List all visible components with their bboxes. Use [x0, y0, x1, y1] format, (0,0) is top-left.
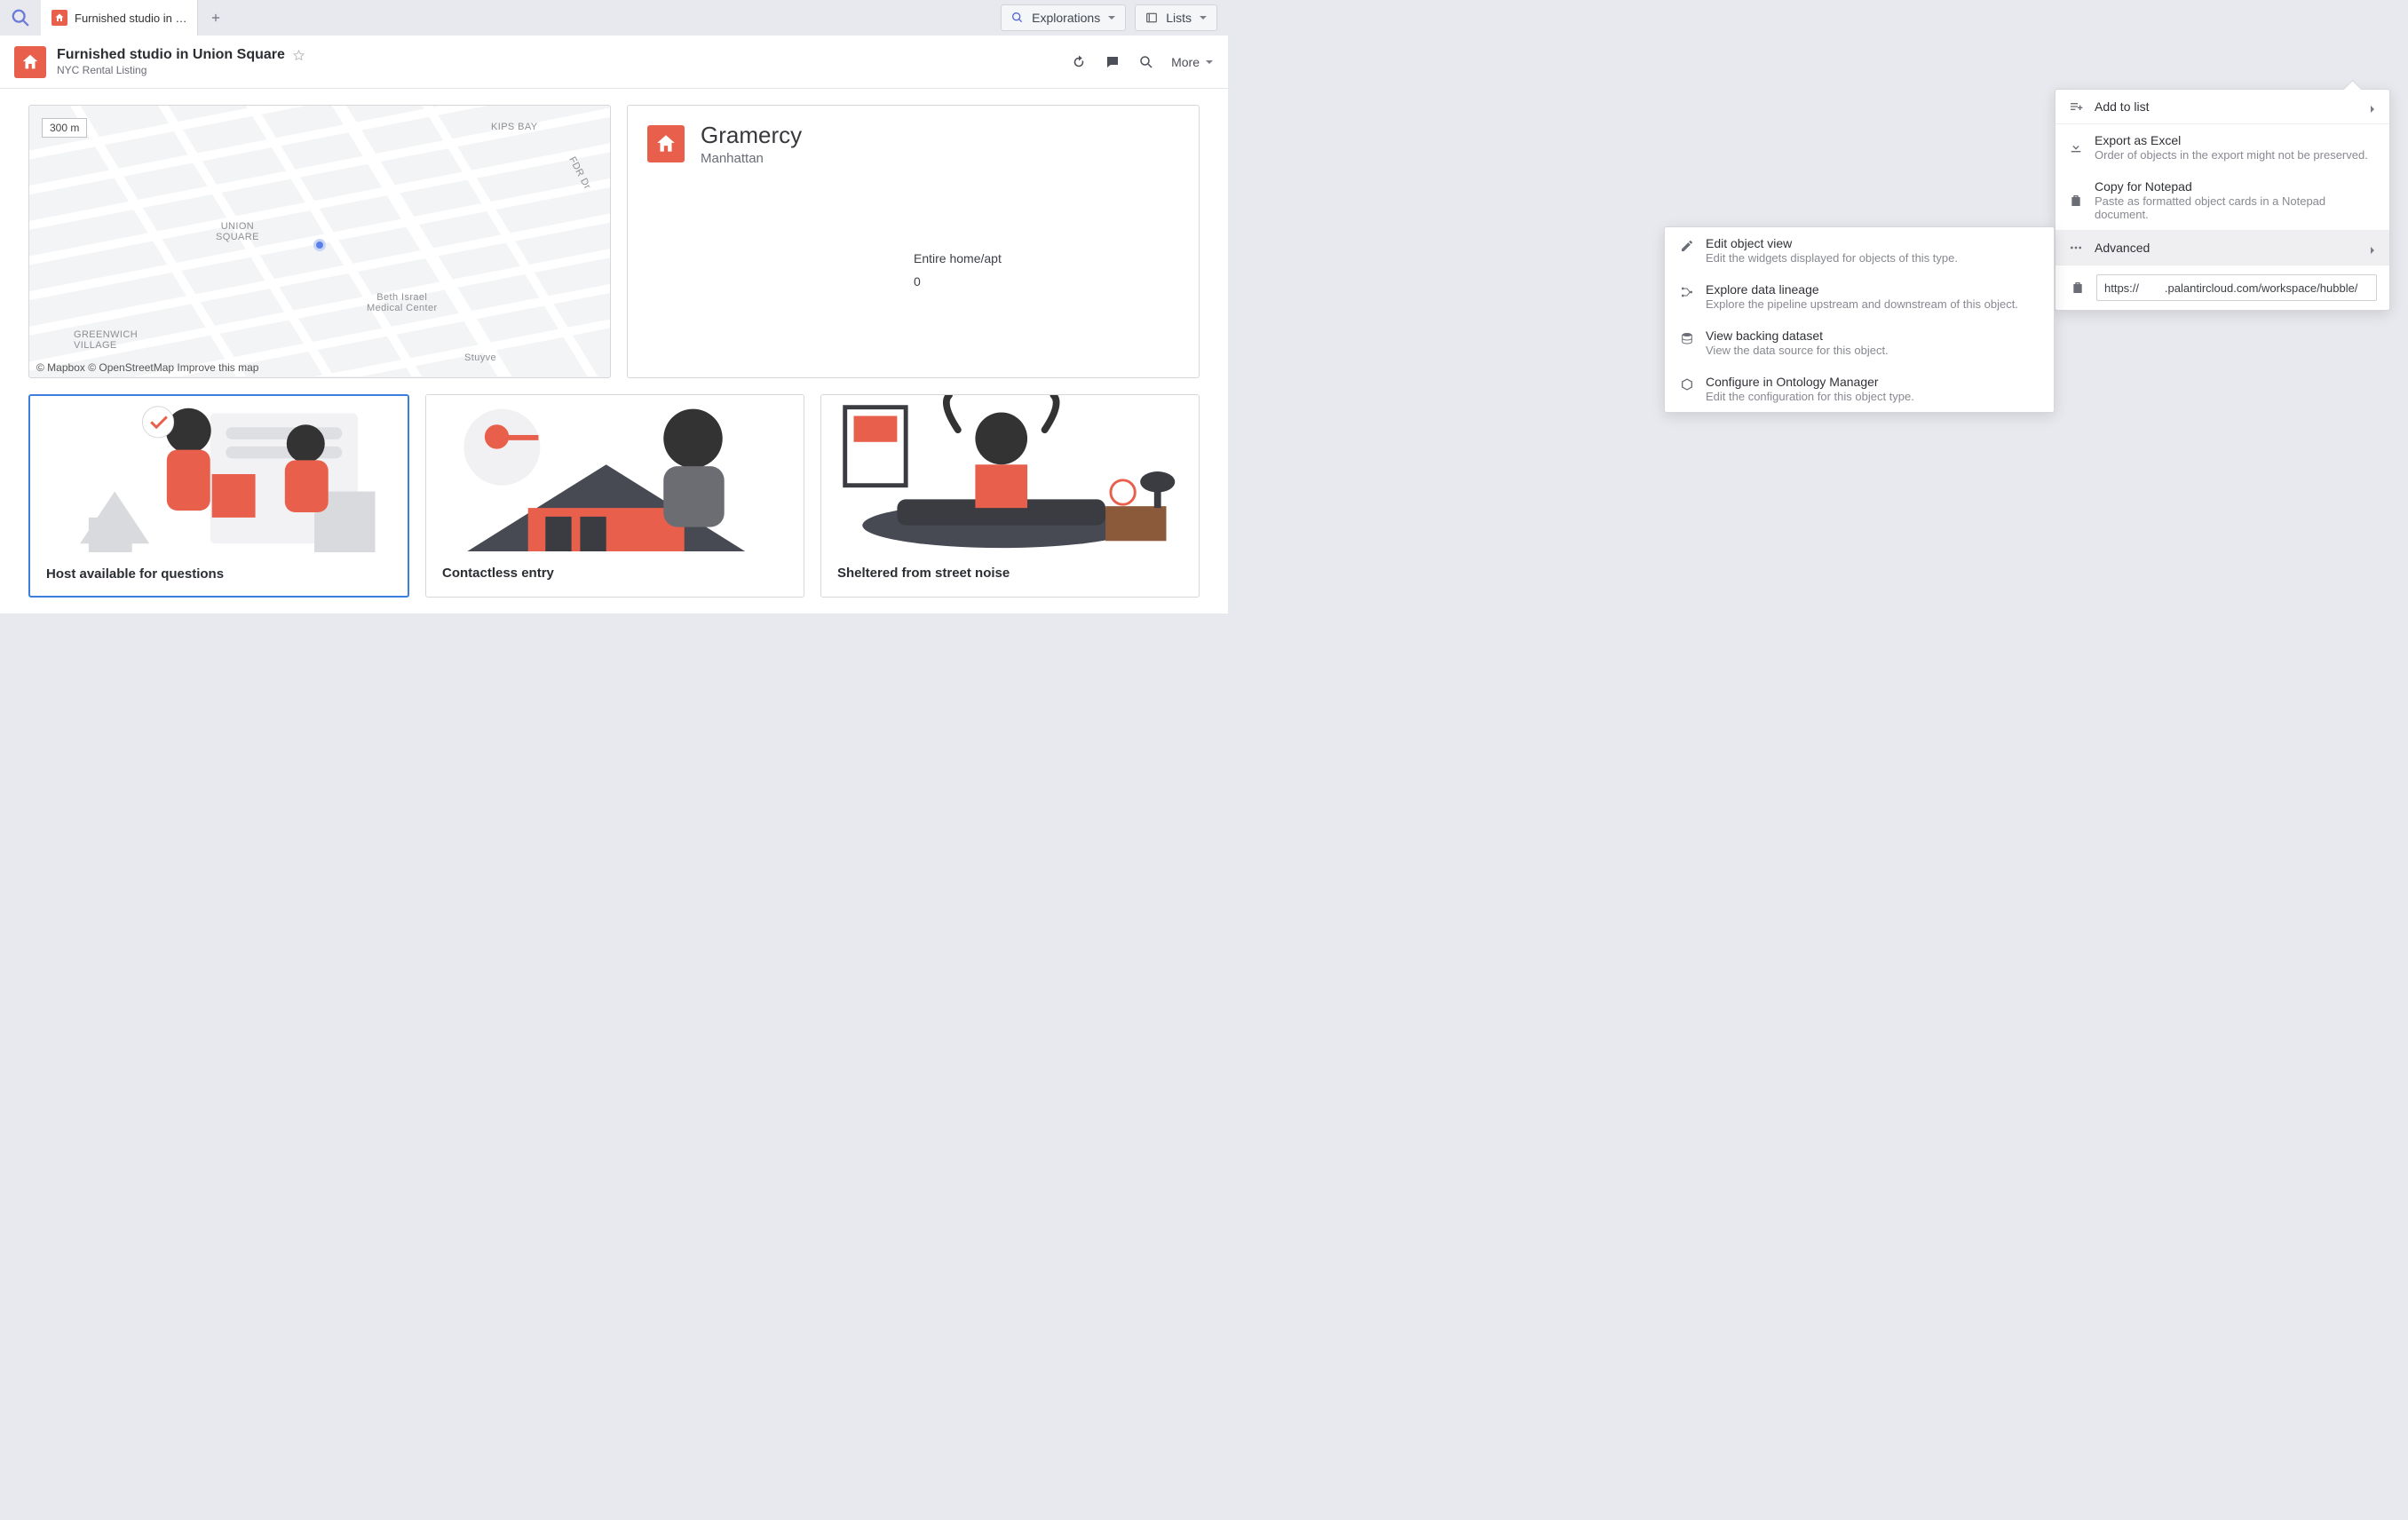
submenu-desc: Edit the widgets displayed for objects o… [1706, 251, 1958, 265]
home-icon [51, 10, 67, 26]
info-panel: Gramercy Manhattan Entire home/apt 0 [627, 105, 1200, 378]
lineage-icon [1679, 284, 1695, 300]
menu-label: Advanced [2095, 241, 2357, 255]
object-subtitle: NYC Rental Listing [57, 64, 305, 76]
card-illustration [426, 395, 804, 551]
borough-subtitle: Manhattan [701, 151, 802, 166]
card-illustration [821, 395, 1199, 551]
explorations-dropdown[interactable]: Explorations [1001, 4, 1126, 31]
menu-label: Export as Excel [2095, 133, 2377, 147]
clipboard-icon [2068, 193, 2084, 209]
map-attribution[interactable]: © Mapbox © OpenStreetMap Improve this ma… [36, 361, 258, 374]
content-area: 300 m KIPS BAY UNION SQUARE GREENWICH VI… [0, 89, 1228, 614]
menu-label: Add to list [2095, 99, 2357, 114]
submenu-item-view-dataset[interactable]: View backing dataset View the data sourc… [1665, 320, 2054, 366]
share-url-row [2056, 265, 2389, 310]
card-caption: Host available for questions [30, 552, 408, 596]
copy-url-button[interactable] [2068, 278, 2087, 297]
submenu-item-edit-object-view[interactable]: Edit object view Edit the widgets displa… [1665, 227, 2054, 273]
edit-icon [1679, 238, 1695, 254]
map-panel[interactable]: 300 m KIPS BAY UNION SQUARE GREENWICH VI… [28, 105, 611, 378]
caret-down-icon [1107, 13, 1116, 22]
menu-sublabel: Paste as formatted object cards in a Not… [2095, 194, 2377, 221]
map-scale: 300 m [42, 118, 87, 138]
home-icon [14, 46, 46, 78]
share-url-input[interactable] [2096, 274, 2377, 301]
count-value: 0 [914, 274, 1179, 297]
card-caption: Sheltered from street noise [821, 551, 1199, 595]
more-button[interactable]: More [1171, 55, 1214, 69]
neighborhood-title: Gramercy [701, 122, 802, 149]
map-label: Beth Israel Medical Center [367, 292, 438, 313]
tab-bar: Furnished studio in … Explorations Lists [0, 0, 1228, 36]
submenu-label: View backing dataset [1706, 329, 1889, 343]
search-button[interactable] [1137, 53, 1155, 71]
map-label: KIPS BAY [491, 122, 538, 132]
feature-card[interactable]: Sheltered from street noise [820, 394, 1200, 598]
caret-down-icon [1205, 58, 1214, 67]
map-label: Stuyve [464, 352, 496, 363]
card-illustration [30, 396, 408, 552]
new-tab-button[interactable] [198, 0, 234, 36]
submenu-desc: Edit the configuration for this object t… [1706, 390, 1914, 403]
chevron-right-icon [2368, 243, 2377, 252]
submenu-desc: Explore the pipeline upstream and downst… [1706, 297, 2018, 311]
menu-item-add-to-list[interactable]: Add to list [2056, 90, 2389, 123]
lists-label: Lists [1166, 11, 1192, 25]
browser-tab[interactable]: Furnished studio in … [41, 0, 198, 36]
advanced-submenu: Edit object view Edit the widgets displa… [1664, 226, 2055, 413]
map-label: GREENWICH VILLAGE [74, 329, 138, 351]
more-label: More [1171, 55, 1200, 69]
menu-item-export-excel[interactable]: Export as Excel Order of objects in the … [2056, 123, 2389, 170]
home-icon [647, 125, 685, 162]
submenu-label: Edit object view [1706, 236, 1958, 250]
menu-item-advanced[interactable]: Advanced [2056, 230, 2389, 265]
caret-down-icon [1199, 13, 1208, 22]
more-menu: Add to list Export as Excel Order of obj… [2055, 89, 2390, 311]
refresh-button[interactable] [1070, 53, 1088, 71]
tab-title: Furnished studio in … [75, 12, 186, 25]
comment-button[interactable] [1104, 53, 1121, 71]
chevron-right-icon [2368, 102, 2377, 111]
ellipsis-icon [2068, 240, 2084, 256]
download-icon [2068, 139, 2084, 155]
database-icon [1679, 330, 1695, 346]
object-header: Furnished studio in Union Square NYC Ren… [0, 36, 1228, 89]
submenu-item-configure-ontology[interactable]: Configure in Ontology Manager Edit the c… [1665, 366, 2054, 412]
object-title: Furnished studio in Union Square [57, 47, 285, 63]
feature-card[interactable]: Host available for questions [28, 394, 409, 598]
map-location-marker [313, 239, 326, 251]
room-type-value: Entire home/apt [914, 251, 1179, 274]
map-label: UNION SQUARE [216, 221, 259, 242]
cube-icon [1679, 376, 1695, 392]
submenu-label: Configure in Ontology Manager [1706, 375, 1914, 389]
list-add-icon [2068, 99, 2084, 115]
lists-dropdown[interactable]: Lists [1135, 4, 1217, 31]
submenu-desc: View the data source for this object. [1706, 344, 1889, 357]
feature-card[interactable]: Contactless entry [425, 394, 804, 598]
submenu-label: Explore data lineage [1706, 282, 2018, 297]
menu-sublabel: Order of objects in the export might not… [2095, 148, 2377, 162]
card-caption: Contactless entry [426, 551, 804, 595]
favorite-star-icon[interactable] [292, 49, 305, 62]
app-search-icon[interactable] [0, 0, 41, 36]
menu-label: Copy for Notepad [2095, 179, 2377, 194]
submenu-item-explore-lineage[interactable]: Explore data lineage Explore the pipelin… [1665, 273, 2054, 320]
explorations-label: Explorations [1032, 11, 1100, 25]
feature-cards: Host available for questions Contactless… [28, 394, 1200, 598]
menu-item-copy-notepad[interactable]: Copy for Notepad Paste as formatted obje… [2056, 170, 2389, 230]
